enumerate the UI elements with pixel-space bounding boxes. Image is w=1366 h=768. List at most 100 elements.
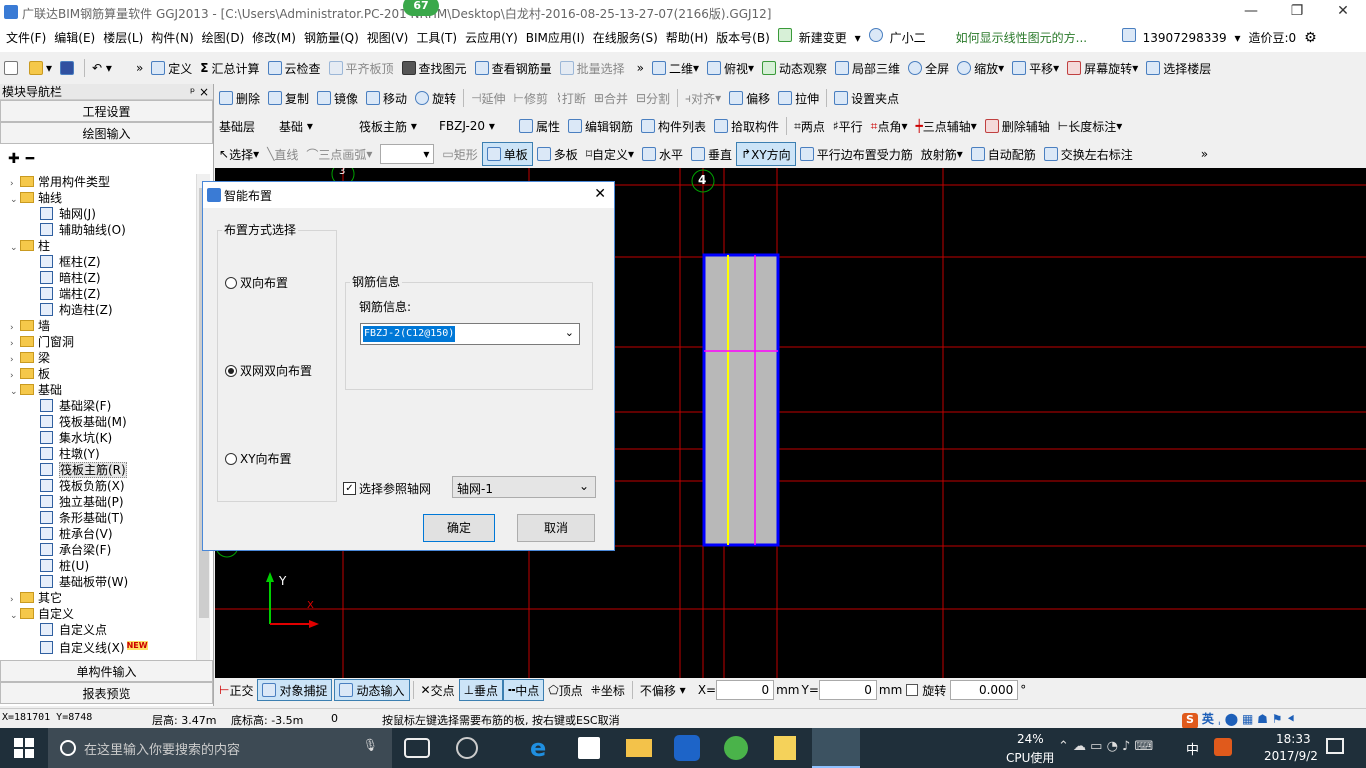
tree-item[interactable]: 筏板基础(M) bbox=[40, 414, 127, 430]
ortho-toggle[interactable]: ⊢ 正交 bbox=[215, 682, 257, 699]
tree-folder[interactable]: ⌄ 柱 bbox=[10, 238, 50, 254]
top-view-dropdown[interactable]: 俯视 ▾ bbox=[703, 56, 758, 80]
tree-item[interactable]: 条形基础(T) bbox=[40, 510, 124, 526]
axis-grid-select[interactable]: 轴网-1 ⌄ bbox=[452, 476, 596, 498]
swap-labels-button[interactable]: 交换左右标注 bbox=[1040, 142, 1137, 166]
expand-all-icon[interactable]: ✚ bbox=[8, 151, 20, 167]
floor-select[interactable]: 基础层 bbox=[215, 114, 275, 138]
restore-button[interactable]: ❐ bbox=[1274, 0, 1320, 24]
ime-tools-icon[interactable]: ˌ ⬤ ▦ ☗ ⚑ ⯇ bbox=[1218, 712, 1296, 726]
expand-toggle-icon[interactable]: ⌄ bbox=[10, 608, 20, 624]
tree-folder[interactable]: ⌄ 自定义 bbox=[10, 606, 74, 622]
shape-select[interactable]: ▾ bbox=[376, 142, 438, 166]
tree-folder[interactable]: › 墙 bbox=[10, 318, 50, 334]
pick-component-button[interactable]: 拾取构件 bbox=[710, 114, 783, 138]
single-component-input-button[interactable]: 单构件输入 bbox=[0, 660, 213, 682]
tree-folder[interactable]: › 门窗洞 bbox=[10, 334, 74, 350]
align-slab-top-button[interactable]: 平齐板顶 bbox=[325, 56, 398, 80]
microphone-icon[interactable]: 🎙 bbox=[363, 738, 378, 752]
active-app-icon[interactable] bbox=[812, 728, 860, 768]
app-icon-spiral[interactable] bbox=[456, 737, 478, 759]
copy-button[interactable]: 复制 bbox=[264, 86, 313, 110]
define-button[interactable]: 定义 bbox=[147, 56, 196, 80]
component-select[interactable]: FBZJ-20 ▾ bbox=[435, 114, 515, 138]
trim-button[interactable]: ⊢ 修剪 bbox=[510, 86, 552, 110]
cancel-button[interactable]: 取消 bbox=[517, 514, 595, 542]
three-point-axis-dropdown[interactable]: ┿ 三点辅轴 ▾ bbox=[911, 114, 980, 138]
vertex-snap[interactable]: ⬠ 顶点 bbox=[544, 682, 586, 699]
rotate-input[interactable]: 0.000 bbox=[950, 680, 1019, 700]
dynamic-input-toggle[interactable]: 动态输入 bbox=[334, 679, 410, 701]
tray-icons[interactable]: ⌃ ☁ ▭ ◔ ♪ ⌨ bbox=[1058, 739, 1153, 754]
break-button[interactable]: ⌇ 打断 bbox=[552, 86, 590, 110]
tree-item[interactable]: 构造柱(Z) bbox=[40, 302, 113, 318]
screen-rotate-dropdown[interactable]: 屏幕旋转 ▾ bbox=[1063, 56, 1142, 80]
tree-item[interactable]: 基础梁(F) bbox=[40, 398, 111, 414]
tree-item[interactable]: 筏板负筋(X) bbox=[40, 478, 125, 494]
open-file-button[interactable]: ▾ bbox=[25, 56, 56, 80]
expand-toggle-icon[interactable]: ⌄ bbox=[10, 192, 20, 208]
taskbar-search[interactable]: 在这里输入你要搜索的内容 🎙 bbox=[48, 728, 392, 768]
start-button[interactable] bbox=[14, 738, 34, 758]
tree-item[interactable]: 暗柱(Z) bbox=[40, 270, 101, 286]
ref-axis-checkbox[interactable]: ✓ 选择参照轴网 bbox=[343, 480, 431, 497]
batch-select-button[interactable]: 批量选择 bbox=[556, 56, 629, 80]
tree-folder[interactable]: › 其它 bbox=[10, 590, 62, 606]
tree-folder[interactable]: › 梁 bbox=[10, 350, 50, 366]
intersection-snap[interactable]: ✕ 交点 bbox=[417, 682, 459, 699]
xy-direction-button[interactable]: ↱ XY方向 bbox=[736, 142, 796, 166]
radio-xy[interactable]: XY向布置 bbox=[225, 450, 292, 467]
project-settings-button[interactable]: 工程设置 bbox=[0, 100, 213, 122]
delete-button[interactable]: 删除 bbox=[215, 86, 264, 110]
dimension-dropdown[interactable]: ⊢ 长度标注 ▾ bbox=[1054, 114, 1127, 138]
tree-item[interactable]: 框柱(Z) bbox=[40, 254, 101, 270]
new-file-button[interactable] bbox=[0, 56, 25, 80]
tree-folder[interactable]: ⌄ 基础 bbox=[10, 382, 62, 398]
collapse-all-icon[interactable]: ━ bbox=[26, 151, 34, 167]
tree-item[interactable]: 集水坑(K) bbox=[40, 430, 112, 446]
properties-button[interactable]: 属性 bbox=[515, 114, 564, 138]
rebar-info-select[interactable]: FBZJ-2(C12@150) ⌄ bbox=[360, 323, 580, 345]
drawing-input-button[interactable]: 绘图输入 bbox=[0, 122, 213, 144]
view-rebar-qty-button[interactable]: 查看钢筋量 bbox=[471, 56, 556, 80]
stretch-button[interactable]: 拉伸 bbox=[774, 86, 823, 110]
set-grip-button[interactable]: 设置夹点 bbox=[830, 86, 903, 110]
menu-rebar-qty[interactable]: 钢筋量(Q) bbox=[300, 24, 363, 52]
sogou-tray-icon[interactable] bbox=[1214, 738, 1232, 756]
ime-lang[interactable]: 英 bbox=[1202, 712, 1214, 726]
edit-rebar-button[interactable]: 编辑钢筋 bbox=[564, 114, 637, 138]
menu-new-change[interactable]: 新建变更 ▾ bbox=[774, 24, 865, 52]
single-slab-button[interactable]: 单板 bbox=[481, 142, 533, 166]
store-icon[interactable] bbox=[578, 737, 600, 759]
arc-dropdown[interactable]: ⌒ 三点画弧 ▾ bbox=[302, 142, 376, 166]
point-angle-dropdown[interactable]: ⌗ 点角 ▾ bbox=[867, 114, 912, 138]
minimize-button[interactable]: — bbox=[1228, 0, 1274, 24]
coordinate-snap[interactable]: ⁜ 坐标 bbox=[587, 682, 629, 699]
menu-tools[interactable]: 工具(T) bbox=[412, 24, 461, 52]
tree-item[interactable]: 桩承台(V) bbox=[40, 526, 113, 542]
cloud-check-button[interactable]: 云检查 bbox=[264, 56, 325, 80]
close-window-button[interactable]: ✕ bbox=[1320, 0, 1366, 24]
menu-online[interactable]: 在线服务(S) bbox=[589, 24, 662, 52]
mirror-button[interactable]: 镜像 bbox=[313, 86, 362, 110]
dialog-close-button[interactable]: ✕ bbox=[594, 186, 606, 202]
input-lang[interactable]: 中 bbox=[1186, 739, 1199, 758]
delete-axis-button[interactable]: 删除辅轴 bbox=[981, 114, 1054, 138]
menu-bim[interactable]: BIM应用(I) bbox=[522, 24, 589, 52]
radial-rebar-dropdown[interactable]: 放射筋 ▾ bbox=[917, 142, 967, 166]
vertical-button[interactable]: 垂直 bbox=[687, 142, 736, 166]
tree-item[interactable]: 轴网(J) bbox=[40, 206, 96, 222]
menu-cloud[interactable]: 云应用(Y) bbox=[461, 24, 522, 52]
notification-icon[interactable] bbox=[1326, 738, 1344, 754]
task-view-icon[interactable] bbox=[404, 738, 430, 758]
tree-item[interactable]: 端柱(Z) bbox=[40, 286, 101, 302]
component-list-button[interactable]: 构件列表 bbox=[637, 114, 710, 138]
y-input[interactable]: 0 bbox=[818, 680, 877, 700]
notes-app-icon[interactable] bbox=[774, 736, 796, 760]
tree-folder[interactable]: › 常用构件类型 bbox=[10, 174, 110, 190]
tree-item[interactable]: 柱墩(Y) bbox=[40, 446, 100, 462]
horizontal-button[interactable]: 水平 bbox=[638, 142, 687, 166]
extend-button[interactable]: ⊣ 延伸 bbox=[467, 86, 509, 110]
shape-select-field[interactable]: ▾ bbox=[380, 144, 435, 164]
undo-button[interactable]: ↶ ▾ bbox=[88, 56, 116, 80]
